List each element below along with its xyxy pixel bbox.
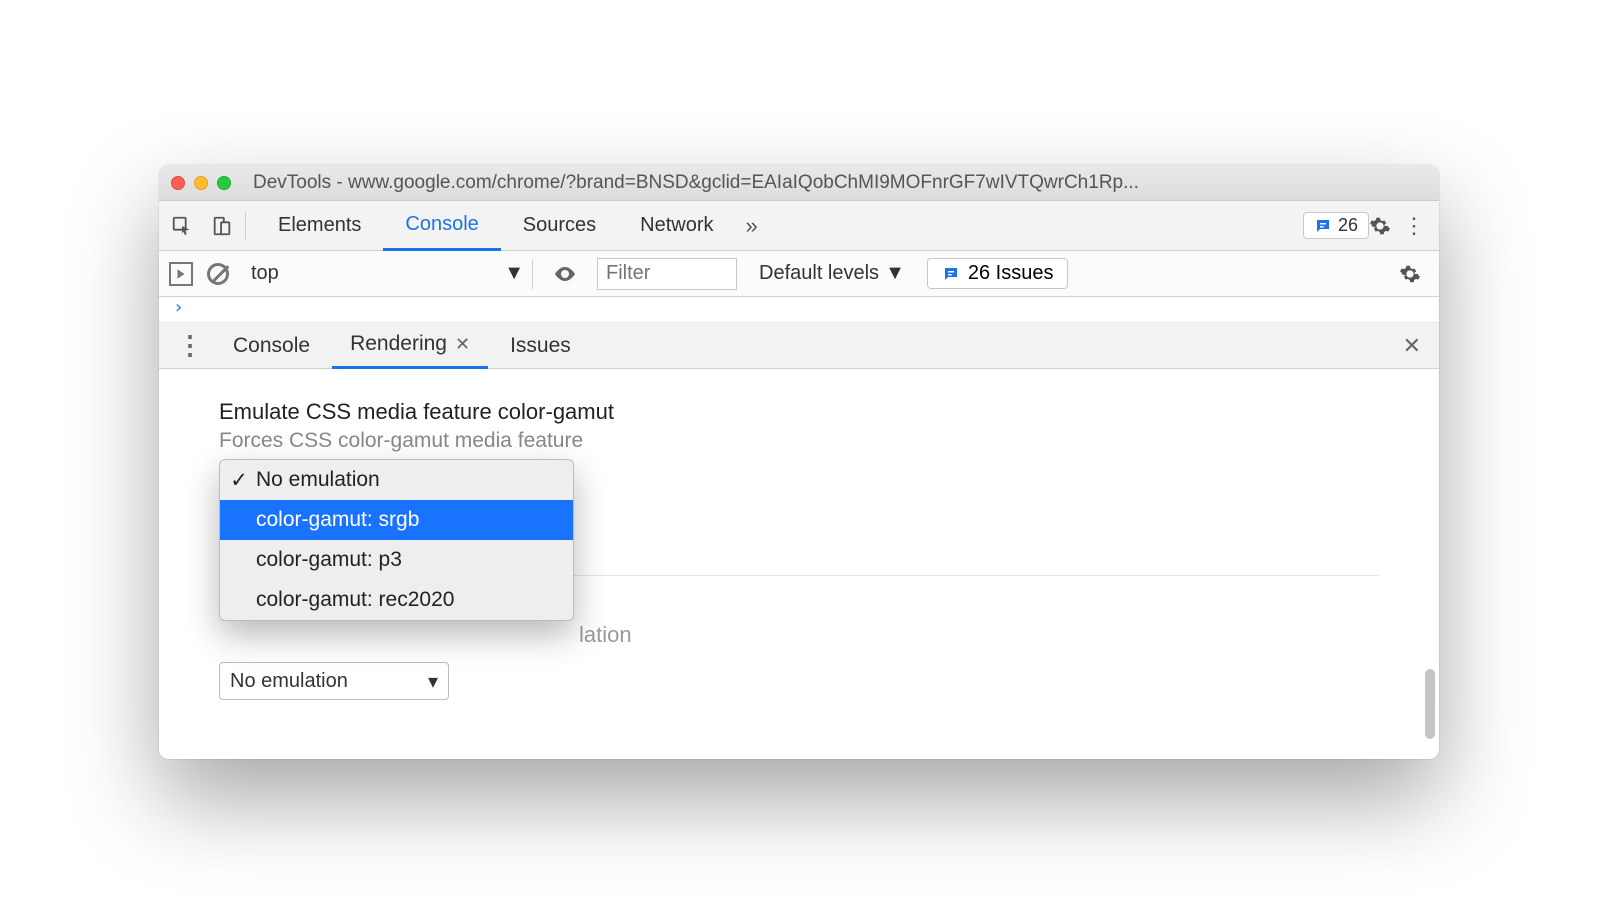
minimize-window-button[interactable] [194,176,208,190]
section-description: Forces CSS color-gamut media feature [219,429,1379,453]
dropdown-option-p3[interactable]: color-gamut: p3 [220,540,573,580]
chevron-down-icon: ▼ [885,262,905,285]
tab-elements[interactable]: Elements [256,201,383,251]
context-value: top [251,262,279,285]
devtools-window: DevTools - www.google.com/chrome/?brand=… [159,165,1439,759]
settings-icon[interactable] [1369,215,1399,237]
tab-console[interactable]: Console [383,201,500,251]
window-controls [171,176,231,190]
clear-console-icon[interactable] [207,263,229,285]
close-icon[interactable]: ✕ [455,334,470,355]
levels-label: Default levels [759,262,879,285]
log-levels-selector[interactable]: Default levels ▼ [751,262,913,285]
chevron-down-icon: ▾ [428,669,438,694]
tab-network[interactable]: Network [618,201,735,251]
dropdown-option-no-emulation[interactable]: ✓ No emulation [220,460,573,500]
issues-badge[interactable]: 26 [1303,212,1369,239]
scrollbar-thumb[interactable] [1425,669,1435,739]
filter-input[interactable] [597,258,737,290]
console-prompt[interactable]: › [159,297,1439,323]
drawer-tab-label: Console [233,334,310,358]
tabs-overflow-icon[interactable]: » [736,213,768,239]
dropdown-option-label: No emulation [256,468,380,492]
select-value: No emulation [230,670,348,693]
drawer-tab-console[interactable]: Console [215,323,328,369]
main-tab-bar: Elements Console Sources Network » 26 ⋮ [159,201,1439,251]
check-icon: ✓ [230,468,248,493]
zoom-window-button[interactable] [217,176,231,190]
dropdown-option-label: color-gamut: srgb [256,508,419,532]
drawer-close-icon[interactable]: ✕ [1395,333,1429,359]
dropdown-option-srgb[interactable]: color-gamut: srgb [220,500,573,540]
window-title: DevTools - www.google.com/chrome/?brand=… [249,172,1427,194]
more-options-icon[interactable]: ⋮ [1399,213,1429,239]
drawer-tab-label: Rendering [350,332,447,356]
live-expression-icon[interactable] [547,262,583,286]
inspect-element-icon[interactable] [169,213,195,239]
drawer-more-icon[interactable]: ⋮ [169,330,211,361]
issues-button[interactable]: 26 Issues [927,258,1069,289]
obscured-description: lation [219,622,1379,648]
vision-deficiency-select[interactable]: No emulation ▾ [219,662,449,700]
dropdown-option-label: color-gamut: rec2020 [256,588,454,612]
console-settings-icon[interactable] [1399,263,1429,285]
dropdown-option-label: color-gamut: p3 [256,548,402,572]
drawer-tab-rendering[interactable]: Rendering ✕ [332,323,488,369]
drawer-tab-issues[interactable]: Issues [492,323,589,369]
drawer-tab-bar: ⋮ Console Rendering ✕ Issues ✕ [159,323,1439,369]
issues-count: 26 [1338,215,1358,236]
toggle-sidebar-icon[interactable] [169,262,193,286]
message-icon [1314,217,1332,235]
dropdown-option-rec2020[interactable]: color-gamut: rec2020 [220,580,573,620]
context-selector[interactable]: top ▼ [243,259,533,289]
console-toolbar: top ▼ Default levels ▼ 26 Issues [159,251,1439,297]
drawer-tab-label: Issues [510,334,571,358]
tab-sources[interactable]: Sources [501,201,618,251]
section-title: Emulate CSS media feature color-gamut [219,399,1379,425]
color-gamut-dropdown: ✓ No emulation color-gamut: srgb color-g… [219,459,574,621]
titlebar: DevTools - www.google.com/chrome/?brand=… [159,165,1439,201]
chevron-down-icon: ▼ [504,262,524,285]
toolbar-left-icons [169,211,246,241]
message-icon [942,265,960,283]
close-window-button[interactable] [171,176,185,190]
rendering-panel: Emulate CSS media feature color-gamut Fo… [159,369,1439,759]
issues-text: 26 Issues [968,262,1054,285]
device-toolbar-icon[interactable] [209,213,235,239]
